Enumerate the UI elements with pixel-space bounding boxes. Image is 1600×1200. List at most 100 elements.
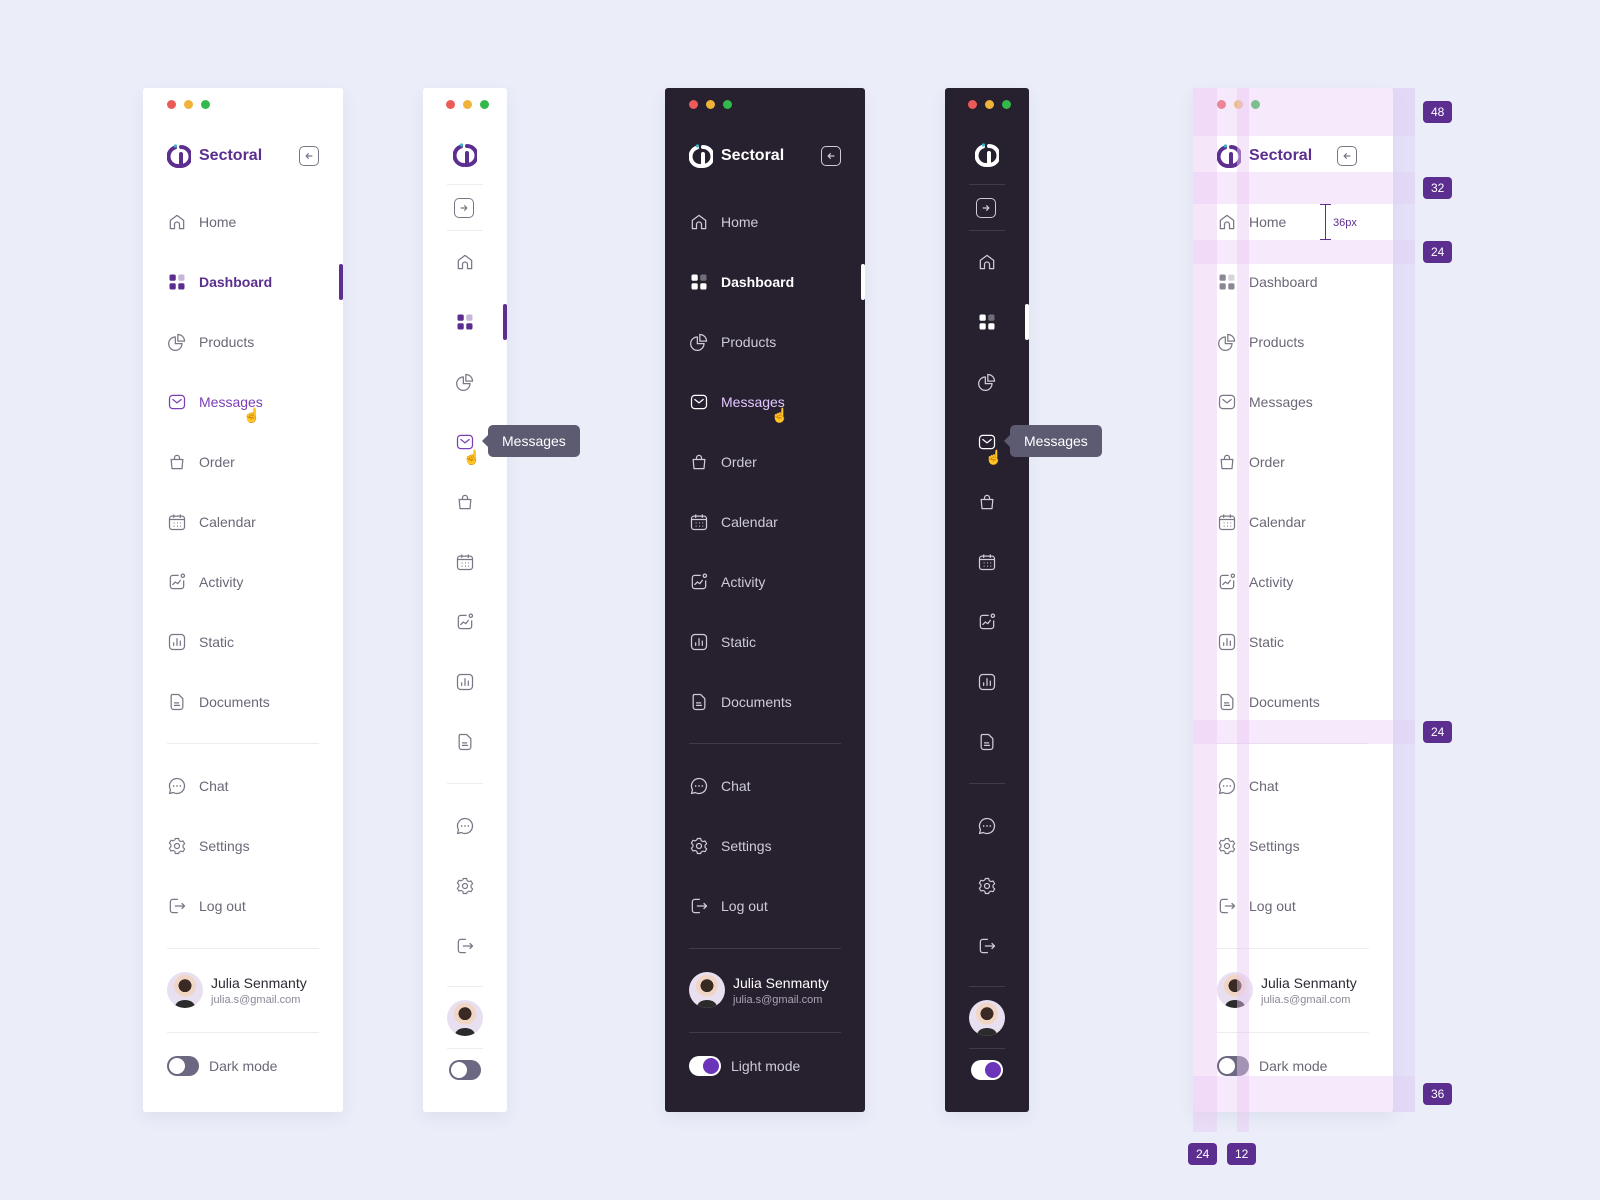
- nav-item-products[interactable]: [455, 372, 475, 392]
- home-icon: [167, 212, 187, 232]
- nav-label: Chat: [199, 778, 229, 794]
- hand-cursor-icon: ☝: [985, 449, 1003, 465]
- nav-item-settings[interactable]: [977, 876, 997, 896]
- nav-item-home[interactable]: [977, 252, 997, 272]
- nav-item-activity[interactable]: [455, 612, 475, 632]
- divider: [969, 230, 1005, 231]
- arrow-left-icon: [1340, 149, 1354, 163]
- collapse-sidebar-button[interactable]: [299, 146, 319, 166]
- nav-item-documents[interactable]: Documents: [689, 684, 841, 720]
- nav-item-static[interactable]: Static: [689, 624, 841, 660]
- theme-switch: Light mode: [689, 1056, 841, 1076]
- nav-item-messages[interactable]: Messages ☝: [167, 384, 319, 422]
- nav-item-settings[interactable]: Settings: [167, 828, 319, 864]
- nav-item-settings[interactable]: [455, 876, 475, 896]
- nav-item-documents[interactable]: Documents: [167, 684, 319, 720]
- window-controls: [968, 100, 1011, 109]
- nav-item-calendar[interactable]: [455, 552, 475, 572]
- gap-overlay: [1237, 88, 1249, 1132]
- nav-item-logout[interactable]: Log out: [689, 888, 841, 924]
- nav-item-logout[interactable]: [455, 936, 475, 956]
- nav-item-home[interactable]: Home: [689, 204, 841, 240]
- nav-item-logout[interactable]: Log out: [167, 888, 319, 924]
- nav-label: Home: [721, 214, 759, 230]
- nav-item-products[interactable]: Products: [167, 324, 319, 360]
- nav-item-settings[interactable]: Settings: [689, 828, 841, 864]
- arrow-right-icon: [457, 201, 471, 215]
- maximize-dot[interactable]: [480, 100, 489, 109]
- nav-item-activity[interactable]: Activity: [167, 564, 319, 600]
- nav-item-dashboard[interactable]: Dashboard: [167, 264, 343, 300]
- nav-item-messages[interactable]: Messages ☝: [689, 384, 841, 422]
- user-profile[interactable]: Julia Senmanty julia.s@gmail.com: [689, 972, 841, 1008]
- nav-item-static[interactable]: Static: [167, 624, 319, 660]
- secondary-nav: Chat Settings Log out: [689, 768, 841, 948]
- nav-item-chat[interactable]: Chat: [689, 768, 841, 804]
- close-dot[interactable]: [446, 100, 455, 109]
- close-dot[interactable]: [689, 100, 698, 109]
- nav-item-documents[interactable]: [977, 732, 997, 752]
- nav-item-logout[interactable]: [977, 936, 997, 956]
- nav-item-chat[interactable]: Chat: [167, 768, 319, 804]
- nav-item-home[interactable]: [455, 252, 475, 272]
- nav-item-order[interactable]: Order: [167, 444, 319, 480]
- logo-icon: [453, 142, 477, 168]
- divider: [689, 1032, 841, 1033]
- maximize-dot[interactable]: [723, 100, 732, 109]
- maximize-dot[interactable]: [1002, 100, 1011, 109]
- height-measure-line: [1320, 204, 1331, 240]
- nav-item-calendar[interactable]: Calendar: [689, 504, 841, 540]
- nav-item-dashboard[interactable]: [977, 312, 997, 332]
- divider: [447, 986, 483, 987]
- nav-item-dashboard[interactable]: Dashboard: [689, 264, 865, 300]
- expand-sidebar-button[interactable]: [976, 198, 996, 218]
- close-dot[interactable]: [167, 100, 176, 109]
- avatar[interactable]: [447, 1000, 483, 1036]
- maximize-dot[interactable]: [201, 100, 210, 109]
- dark-mode-toggle[interactable]: [449, 1060, 481, 1080]
- nav-label: Log out: [1249, 898, 1296, 914]
- nav-item-dashboard[interactable]: [455, 312, 475, 332]
- nav-item-static[interactable]: [455, 672, 475, 692]
- active-indicator: [339, 264, 343, 300]
- nav-item-order[interactable]: Order: [689, 444, 841, 480]
- minimize-dot[interactable]: [706, 100, 715, 109]
- gear-icon: [167, 836, 187, 856]
- collapse-sidebar-button[interactable]: [821, 146, 841, 166]
- nav-item-static[interactable]: [977, 672, 997, 692]
- nav-item-calendar[interactable]: Calendar: [167, 504, 319, 540]
- avatar[interactable]: [969, 1000, 1005, 1036]
- nav-item-activity[interactable]: [977, 612, 997, 632]
- light-mode-toggle[interactable]: [971, 1060, 1003, 1080]
- nav-item-documents[interactable]: [455, 732, 475, 752]
- nav-item-order[interactable]: [977, 492, 997, 512]
- logo-icon: [167, 143, 191, 169]
- minimize-dot[interactable]: [985, 100, 994, 109]
- nav-item-chat[interactable]: [455, 816, 475, 836]
- spacing-badge: 12: [1227, 1143, 1257, 1165]
- light-mode-toggle[interactable]: [689, 1056, 721, 1076]
- minimize-dot[interactable]: [184, 100, 193, 109]
- nav-item-calendar[interactable]: [977, 552, 997, 572]
- nav-item-chat[interactable]: [977, 816, 997, 836]
- nav-label: Log out: [199, 898, 246, 914]
- user-name: Julia Senmanty: [1261, 974, 1357, 991]
- divider: [969, 783, 1005, 784]
- minimize-dot[interactable]: [463, 100, 472, 109]
- nav-label: Messages: [1249, 394, 1313, 410]
- nav-item-order[interactable]: [455, 492, 475, 512]
- gear-icon: [689, 836, 709, 856]
- expand-sidebar-button[interactable]: [454, 198, 474, 218]
- close-dot[interactable]: [968, 100, 977, 109]
- nav-item-activity[interactable]: Activity: [689, 564, 841, 600]
- nav-label: Settings: [721, 838, 772, 854]
- user-profile[interactable]: Julia Senmanty julia.s@gmail.com: [167, 972, 319, 1008]
- logout-icon: [1217, 896, 1237, 916]
- nav-item-products[interactable]: Products: [689, 324, 841, 360]
- nav-item-home[interactable]: Home: [167, 204, 319, 240]
- arrow-left-icon: [824, 149, 838, 163]
- divider: [689, 743, 841, 744]
- nav-item-products[interactable]: [977, 372, 997, 392]
- mail-icon: [689, 392, 709, 412]
- dark-mode-toggle[interactable]: [167, 1056, 199, 1076]
